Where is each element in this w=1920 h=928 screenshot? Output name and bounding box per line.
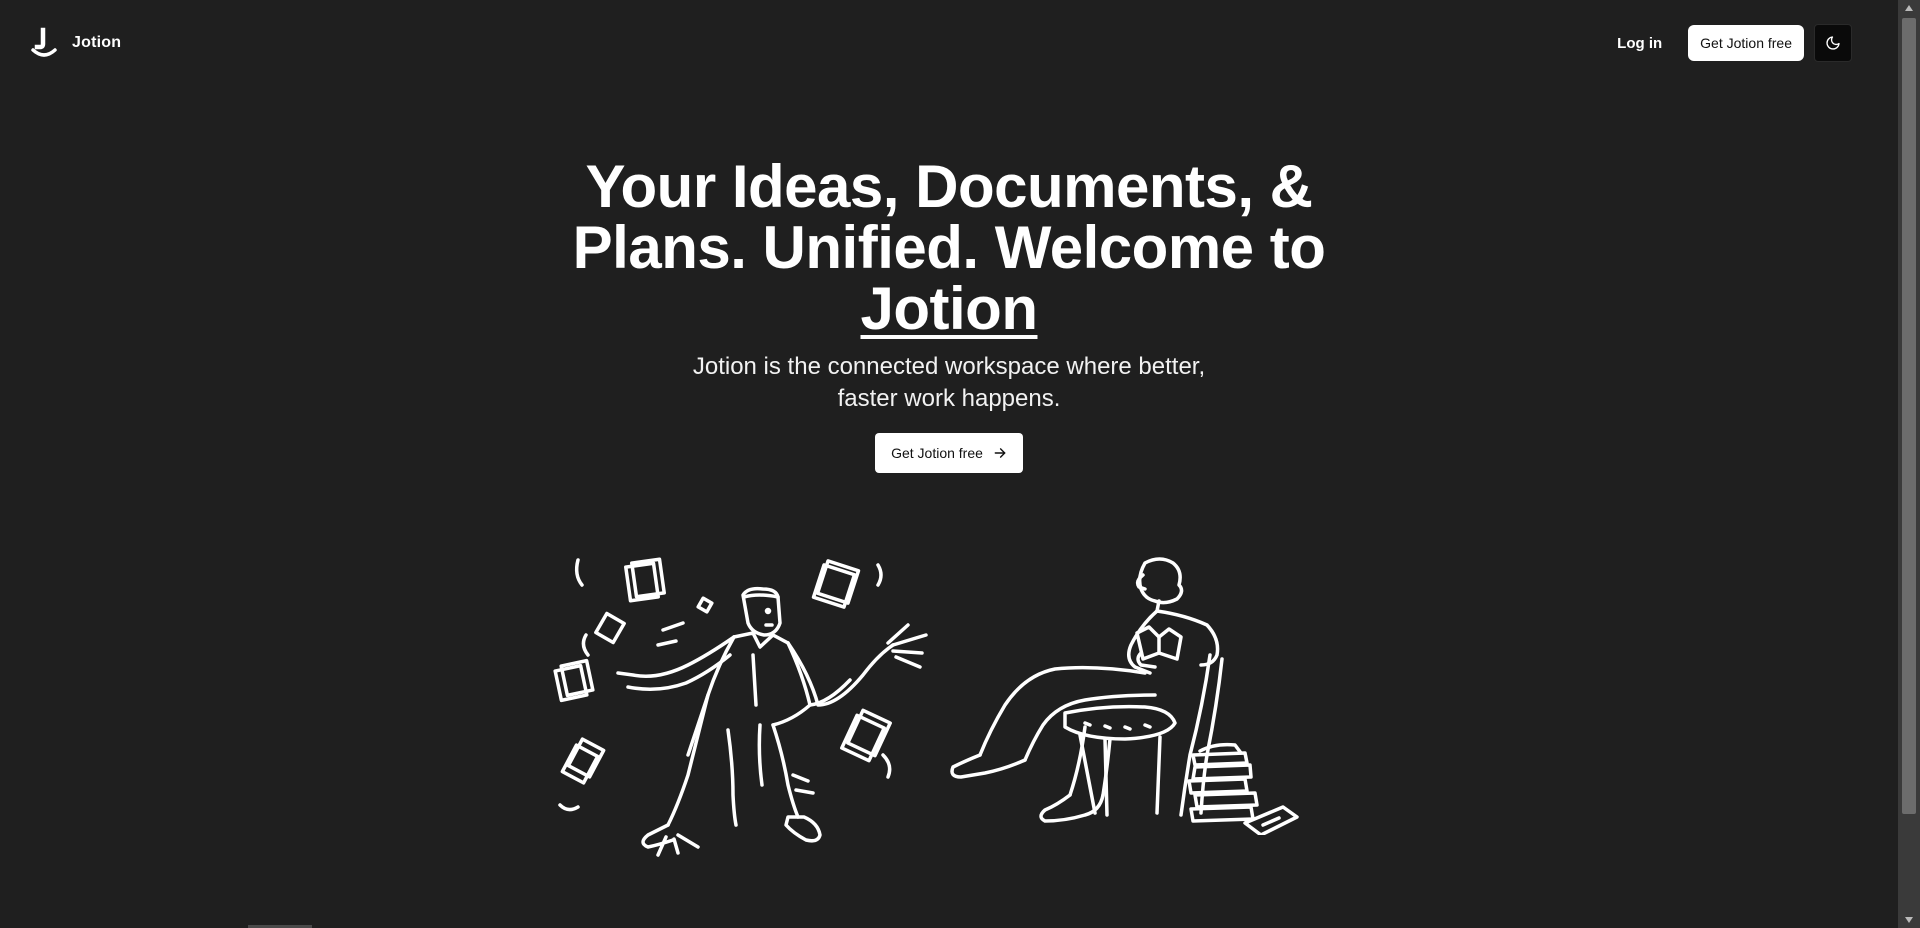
scroll-down-arrow-icon[interactable] — [1898, 912, 1920, 928]
landing-page: Jotion Log in Get Jotion free Your Ideas… — [0, 0, 1920, 928]
person-throwing-papers-illustration — [553, 557, 928, 857]
theme-toggle-button[interactable] — [1814, 24, 1852, 62]
scrollbar-thumb[interactable] — [1902, 18, 1916, 814]
hero-subtitle: Jotion is the connected workspace where … — [692, 353, 1206, 412]
brand-name: Jotion — [72, 34, 122, 51]
arrow-right-icon — [994, 448, 1006, 458]
login-button[interactable]: Log in — [1601, 25, 1678, 62]
hero-title: Your Ideas, Documents, & Plans. Unified.… — [559, 156, 1339, 339]
get-jotion-free-button[interactable]: Get Jotion free — [1688, 25, 1804, 61]
scroll-up-arrow-icon[interactable] — [1898, 0, 1920, 16]
hero-cta-label: Get Jotion free — [891, 445, 983, 461]
hero-title-text: Your Ideas, Documents, & Plans. Unified.… — [572, 153, 1326, 281]
navbar: Jotion Log in Get Jotion free — [0, 0, 1898, 86]
hero-title-brand: Jotion — [860, 275, 1038, 342]
jotion-logo-icon — [31, 27, 57, 57]
vertical-scrollbar[interactable] — [1898, 0, 1920, 928]
person-reading-on-chair-illustration — [950, 557, 1299, 835]
nav-actions: Log in Get Jotion free — [1601, 24, 1852, 62]
moon-icon — [1826, 36, 1840, 50]
hero-get-jotion-free-button[interactable]: Get Jotion free — [875, 433, 1023, 473]
hero-section: Your Ideas, Documents, & Plans. Unified.… — [0, 156, 1898, 473]
brand-home-link[interactable]: Jotion — [30, 27, 121, 59]
